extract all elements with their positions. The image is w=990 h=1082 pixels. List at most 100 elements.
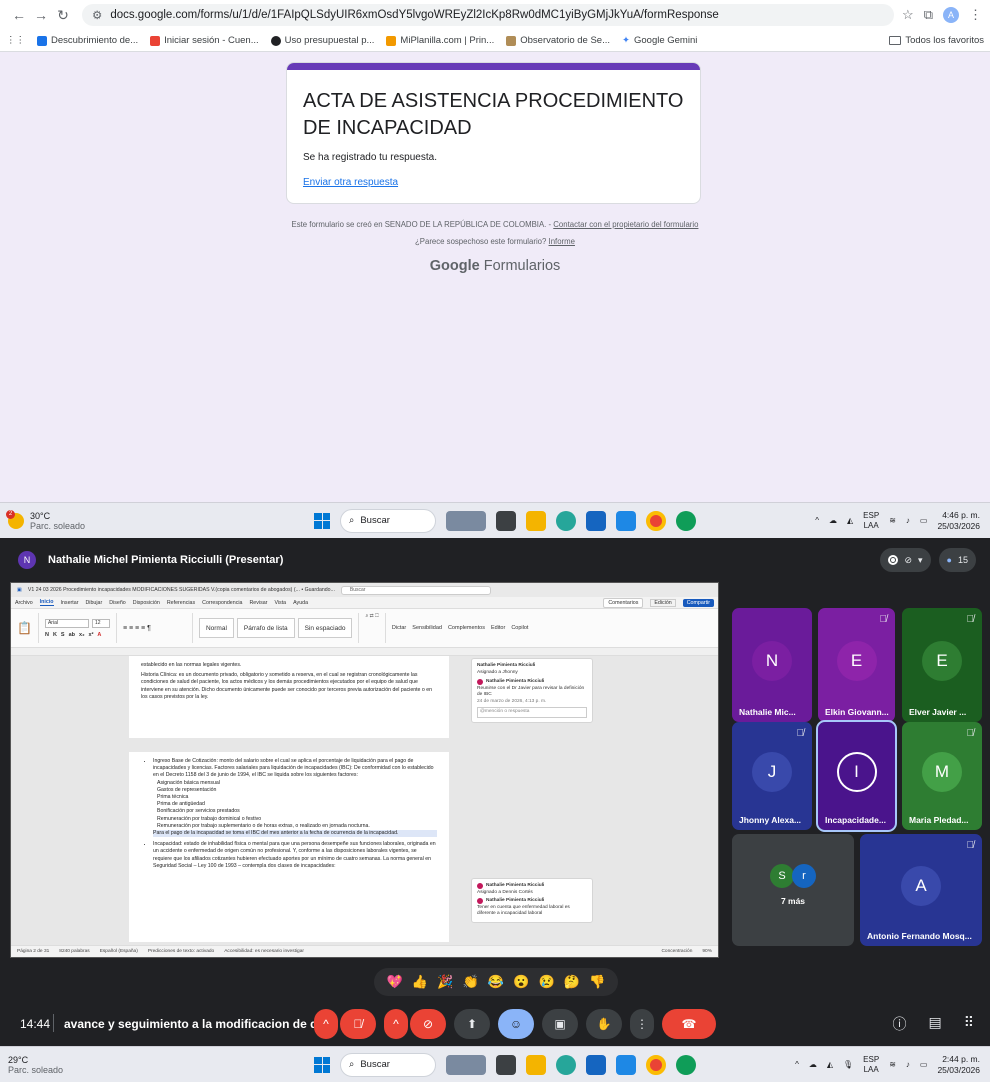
wifi-icon[interactable]: ≋	[889, 1060, 896, 1069]
bookmark-item[interactable]: Iniciar sesión - Cuen...	[150, 35, 259, 46]
menu-archivo[interactable]: Archivo	[15, 600, 33, 606]
focus-mode[interactable]: Concentración	[661, 949, 692, 954]
style-normal[interactable]: Normal	[198, 618, 234, 638]
chrome-icon[interactable]	[646, 510, 666, 531]
tray-mic-icon[interactable]: 🎙	[843, 1060, 853, 1069]
bookmark-star-icon[interactable]: ☆	[902, 7, 914, 23]
comment-reply-input[interactable]: @mención o respuesta	[477, 707, 587, 718]
menu-correspondencia[interactable]: Correspondencia	[202, 600, 242, 606]
dictate-button[interactable]: Dictar	[392, 625, 406, 631]
windows-start-icon[interactable]	[314, 1056, 330, 1073]
mic-off-button[interactable]: 🎙̸	[340, 1009, 376, 1039]
menu-inicio[interactable]: Inicio	[39, 599, 54, 606]
report-link[interactable]: Informe	[549, 237, 575, 246]
editor-button[interactable]: Editor	[491, 625, 505, 631]
store-icon[interactable]	[586, 510, 606, 531]
battery-icon[interactable]: ▭	[920, 516, 928, 525]
menu-revisar[interactable]: Revisar	[249, 600, 267, 606]
task-view-icon[interactable]	[496, 510, 516, 531]
apps-grid-icon[interactable]: ⋮⋮	[6, 35, 25, 46]
document-page[interactable]: establecido en las normas legales vigent…	[129, 656, 449, 738]
clock[interactable]: 4:46 p. m. 25/03/2026	[937, 510, 980, 532]
menu-dibujar[interactable]: Dibujar	[85, 600, 102, 606]
word-share-button[interactable]: Compartir	[682, 598, 714, 607]
style-list-paragraph[interactable]: Párrafo de lista	[236, 618, 295, 638]
paste-icon[interactable]: 📋	[17, 621, 32, 635]
word-search[interactable]: Buscar	[340, 585, 491, 595]
tray-cloud-icon[interactable]: ☁	[829, 516, 837, 525]
reaction-laugh-icon[interactable]: 😂	[488, 974, 504, 990]
captions-button[interactable]: ▣	[542, 1009, 578, 1039]
wifi-icon[interactable]: ≋	[889, 516, 896, 525]
clock[interactable]: 2:44 p. m. 25/03/2026	[937, 1054, 980, 1076]
recording-controls[interactable]: ⊘ ▾	[880, 548, 931, 572]
language-indicator[interactable]: ESP LAA	[863, 1055, 879, 1075]
file-explorer-icon[interactable]	[526, 1054, 546, 1075]
reaction-thumbs-down-icon[interactable]: 👎	[589, 974, 605, 990]
volume-icon[interactable]: ♪	[906, 1060, 910, 1069]
participant-tile[interactable]: I Incapacidade...	[816, 720, 897, 832]
font-family-select[interactable]: Arial	[44, 618, 89, 628]
tray-chevron-icon[interactable]: ^	[795, 1060, 799, 1069]
edge-icon[interactable]	[676, 1054, 696, 1075]
font-size-select[interactable]: 12	[91, 618, 110, 628]
extensions-icon[interactable]: ⧉	[924, 7, 933, 23]
weather-widget[interactable]: 2 30°C Parc. soleado	[6, 509, 85, 531]
leave-call-button[interactable]: ☎	[662, 1009, 716, 1039]
reload-icon[interactable]: ↻	[52, 7, 74, 24]
reaction-clap-icon[interactable]: 👏	[463, 974, 479, 990]
camera-options-chevron-icon[interactable]: ^	[384, 1009, 408, 1039]
participant-tile[interactable]: N Nathalie Mic...	[732, 608, 812, 722]
widget-animal-icon[interactable]	[446, 510, 486, 531]
volume-icon[interactable]: ♪	[906, 516, 910, 525]
menu-insertar[interactable]: Insertar	[61, 600, 79, 606]
bookmark-item[interactable]: ✦ Google Gemini	[622, 35, 697, 46]
copilot-button[interactable]: Copilot	[511, 625, 528, 631]
language-status[interactable]: Español (España)	[100, 949, 138, 954]
submit-another-link[interactable]: Enviar otra respuesta	[287, 163, 700, 188]
task-view-icon[interactable]	[496, 1054, 516, 1075]
paragraph-group[interactable]: ≡ ≡ ≡ ≡ ¶	[123, 613, 193, 643]
bookmark-item[interactable]: Observatorio de Se...	[506, 35, 610, 46]
windows-start-icon[interactable]	[314, 512, 330, 529]
word-edit-button[interactable]: Edición	[650, 598, 676, 607]
present-screen-button[interactable]: ⬆	[454, 1009, 490, 1039]
app-s-icon[interactable]	[616, 510, 636, 531]
menu-vista[interactable]: Vista	[274, 600, 286, 606]
widget-animal-icon[interactable]	[446, 1054, 486, 1075]
reaction-party-icon[interactable]: 🎉	[437, 974, 453, 990]
sensitivity-button[interactable]: Sensibilidad	[412, 625, 442, 631]
chrome-icon[interactable]	[646, 1054, 666, 1075]
participant-tile[interactable]: 🎙̸ M Maria Pledad...	[902, 722, 982, 830]
weather-widget[interactable]: 29°C Parc. soleado	[8, 1055, 63, 1075]
chat-icon[interactable]: ▤	[929, 1014, 942, 1034]
addins-button[interactable]: Complementos	[448, 625, 485, 631]
tray-drive-icon[interactable]: ◭	[847, 516, 853, 525]
word-comments-button[interactable]: Comentarios	[603, 597, 644, 608]
document-page[interactable]: Ingreso Base de Cotización: monto del sa…	[129, 752, 449, 942]
participants-button[interactable]: ● 15	[938, 548, 976, 572]
profile-avatar[interactable]: A	[943, 7, 959, 23]
reaction-heart-icon[interactable]: 💖	[387, 974, 403, 990]
bookmark-item[interactable]: Uso presupuestal p...	[270, 35, 374, 46]
comment-card[interactable]: Nathalie Pimienta Ricciuli Asignado a Jh…	[471, 658, 593, 723]
forward-icon[interactable]: →	[30, 7, 52, 23]
file-explorer-icon[interactable]	[526, 510, 546, 531]
tray-chevron-icon[interactable]: ^	[815, 516, 819, 525]
reaction-thumbs-up-icon[interactable]: 👍	[412, 974, 428, 990]
taskbar-search[interactable]: ⌕ Buscar	[340, 508, 436, 533]
editing-group[interactable]: ⌕ ⇄ ⬚	[365, 613, 386, 643]
text-predictions[interactable]: Predicciones de texto: activado	[148, 949, 214, 954]
back-icon[interactable]: ←	[8, 7, 30, 23]
participant-tile[interactable]: 🎙̸ J Jhonny Alexa...	[732, 722, 812, 830]
edge-icon[interactable]	[676, 510, 696, 531]
menu-disposicion[interactable]: Disposición	[133, 600, 160, 606]
reaction-surprised-icon[interactable]: 😮	[513, 974, 529, 990]
contact-owner-link[interactable]: Contactar con el propietario del formula…	[553, 220, 698, 229]
participant-tile[interactable]: 🎙̸ A Antonio Fernando Mosq...	[860, 834, 982, 946]
style-no-spacing[interactable]: Sin espaciado	[297, 618, 353, 638]
zoom-level[interactable]: 90%	[702, 949, 712, 954]
reaction-thinking-icon[interactable]: 🤔	[564, 974, 580, 990]
reaction-sad-icon[interactable]: 😢	[539, 974, 555, 990]
accessibility-status[interactable]: Accesibilidad: es necesario investigar	[224, 949, 304, 954]
